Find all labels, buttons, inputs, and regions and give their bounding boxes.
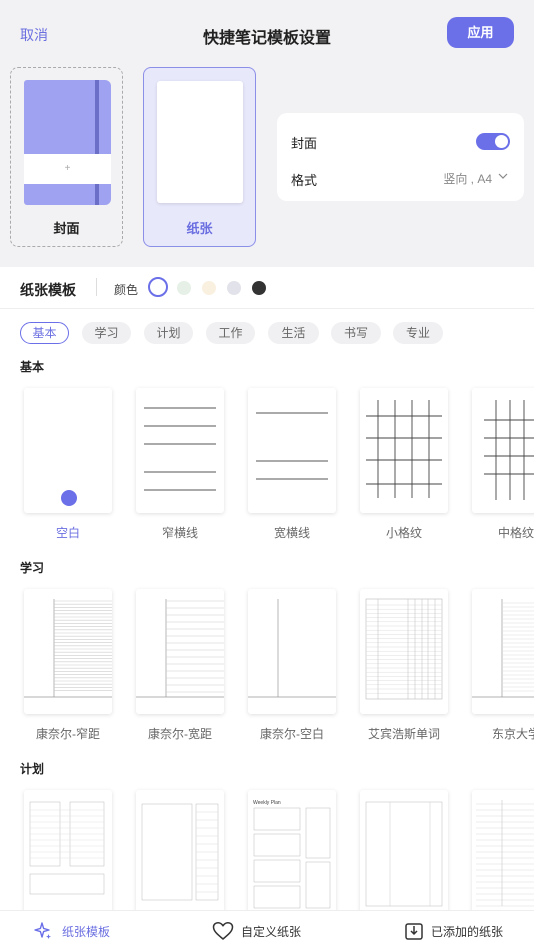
chevron-down-icon xyxy=(498,173,508,179)
paper-template-thumbnail[interactable] xyxy=(136,790,224,915)
paper-pattern xyxy=(29,801,105,895)
format-setting-label: 格式 xyxy=(291,173,318,188)
paper-template-thumbnail[interactable] xyxy=(136,388,224,513)
paper-template-label: 康奈尔-空白 xyxy=(260,727,324,741)
paper-template-label: 宽横线 xyxy=(273,526,310,540)
section-title: 学习 xyxy=(20,561,45,575)
category-chip[interactable]: 书写 xyxy=(331,322,381,344)
tab-paper-templates[interactable]: 纸张模板 xyxy=(33,911,133,950)
toggle-knob xyxy=(495,135,508,148)
heart-icon xyxy=(212,922,234,940)
cover-add-icon: + xyxy=(24,154,111,184)
tab-added-paper[interactable]: 已添加的纸张 xyxy=(404,911,514,950)
cover-setting-label: 封面 xyxy=(291,136,318,151)
top-panel: 取消 快捷笔记模板设置 应用 + 封面 纸张 封面 格式 竖向 , A4 xyxy=(0,0,534,267)
paper-pattern xyxy=(365,598,443,700)
paper-template-label: 康奈尔-窄距 xyxy=(36,727,100,741)
paper-pattern xyxy=(141,803,219,901)
template-bar-title: 纸张模板 xyxy=(20,282,76,298)
paper-sheet-image xyxy=(157,81,243,203)
tab-custom-paper-label: 自定义纸张 xyxy=(241,925,302,939)
paper-pattern xyxy=(366,400,442,498)
cover-setting-row: 封面 xyxy=(291,131,510,151)
color-label: 颜色 xyxy=(114,283,139,297)
import-icon xyxy=(405,923,423,940)
paper-template-label: 中格纹 xyxy=(497,526,534,540)
cover-toggle[interactable] xyxy=(476,133,510,150)
color-swatch[interactable] xyxy=(148,277,168,297)
settings-panel: 封面 格式 竖向 , A4 xyxy=(277,113,524,201)
category-chip[interactable]: 计划 xyxy=(144,322,193,344)
paper-template-thumbnail[interactable] xyxy=(248,388,336,513)
paper-preview-card[interactable]: 纸张 xyxy=(143,67,256,247)
format-setting-row[interactable]: 格式 竖向 , A4 xyxy=(291,168,510,188)
paper-pattern xyxy=(365,801,443,907)
paper-template-label: 艾宾浩斯单词 xyxy=(367,727,440,741)
paper-template-thumbnail[interactable] xyxy=(360,388,448,513)
color-swatch[interactable] xyxy=(227,281,241,295)
category-chip[interactable]: 基本 xyxy=(20,322,69,344)
paper-template-thumbnail[interactable]: Weekly Plan xyxy=(248,790,336,915)
paper-template-thumbnail[interactable] xyxy=(472,589,534,714)
apply-button[interactable]: 应用 xyxy=(447,17,514,48)
tab-paper-templates-label: 纸张模板 xyxy=(62,925,111,939)
template-bar: 纸张模板 颜色 xyxy=(0,267,534,309)
paper-template-label: 窄横线 xyxy=(161,526,198,540)
tab-added-paper-label: 已添加的纸张 xyxy=(431,925,504,939)
section-title: 基本 xyxy=(20,360,45,374)
category-chip[interactable]: 专业 xyxy=(393,322,443,344)
paper-template-thumbnail[interactable] xyxy=(248,589,336,714)
svg-text:Weekly Plan: Weekly Plan xyxy=(253,800,281,806)
tab-custom-paper[interactable]: 自定义纸张 xyxy=(212,911,322,950)
color-swatch[interactable] xyxy=(177,281,191,295)
paper-pattern xyxy=(24,599,112,698)
paper-template-label: 空白 xyxy=(55,526,80,540)
paper-preview-label: 纸张 xyxy=(186,221,213,236)
bottom-tab-bar: 纸张模板 自定义纸张 已添加的纸张 xyxy=(0,910,534,950)
format-value: 竖向 , A4 xyxy=(443,172,492,186)
cover-preview-label: 封面 xyxy=(53,221,80,236)
paper-template-thumbnail[interactable] xyxy=(360,589,448,714)
paper-template-thumbnail[interactable] xyxy=(360,790,448,915)
category-chip[interactable]: 工作 xyxy=(206,322,255,344)
paper-template-label: 东京大学 xyxy=(491,727,534,741)
paper-template-thumbnail[interactable] xyxy=(24,589,112,714)
paper-pattern xyxy=(144,407,216,491)
divider xyxy=(96,278,97,296)
category-chip[interactable]: 学习 xyxy=(82,322,131,344)
paper-template-thumbnail[interactable] xyxy=(472,388,534,513)
paper-template-label: 康奈尔-宽距 xyxy=(148,727,212,741)
paper-pattern xyxy=(476,800,534,907)
category-chip[interactable]: 生活 xyxy=(268,322,319,344)
paper-pattern xyxy=(248,599,336,698)
paper-template-thumbnail[interactable] xyxy=(24,388,112,513)
cover-book-image: + xyxy=(24,80,111,205)
paper-pattern: Weekly Plan xyxy=(253,800,331,909)
paper-template-thumbnail[interactable] xyxy=(136,589,224,714)
paper-pattern xyxy=(61,490,77,506)
paper-template-label: 小格纹 xyxy=(385,526,422,540)
color-swatch[interactable] xyxy=(252,281,266,295)
paper-pattern xyxy=(472,599,534,698)
category-chips: 基本 学习 计划 工作 生活 书写 专业 xyxy=(0,322,534,344)
paper-pattern xyxy=(256,412,328,480)
section-title: 计划 xyxy=(20,762,45,776)
paper-pattern xyxy=(484,400,534,500)
cover-spine xyxy=(95,80,99,205)
paper-pattern xyxy=(136,599,224,698)
cover-preview-card[interactable]: + 封面 xyxy=(10,67,123,247)
color-swatch[interactable] xyxy=(202,281,216,295)
sparkle-icon xyxy=(34,922,51,939)
paper-template-thumbnail[interactable] xyxy=(472,790,534,915)
paper-template-thumbnail[interactable] xyxy=(24,790,112,915)
